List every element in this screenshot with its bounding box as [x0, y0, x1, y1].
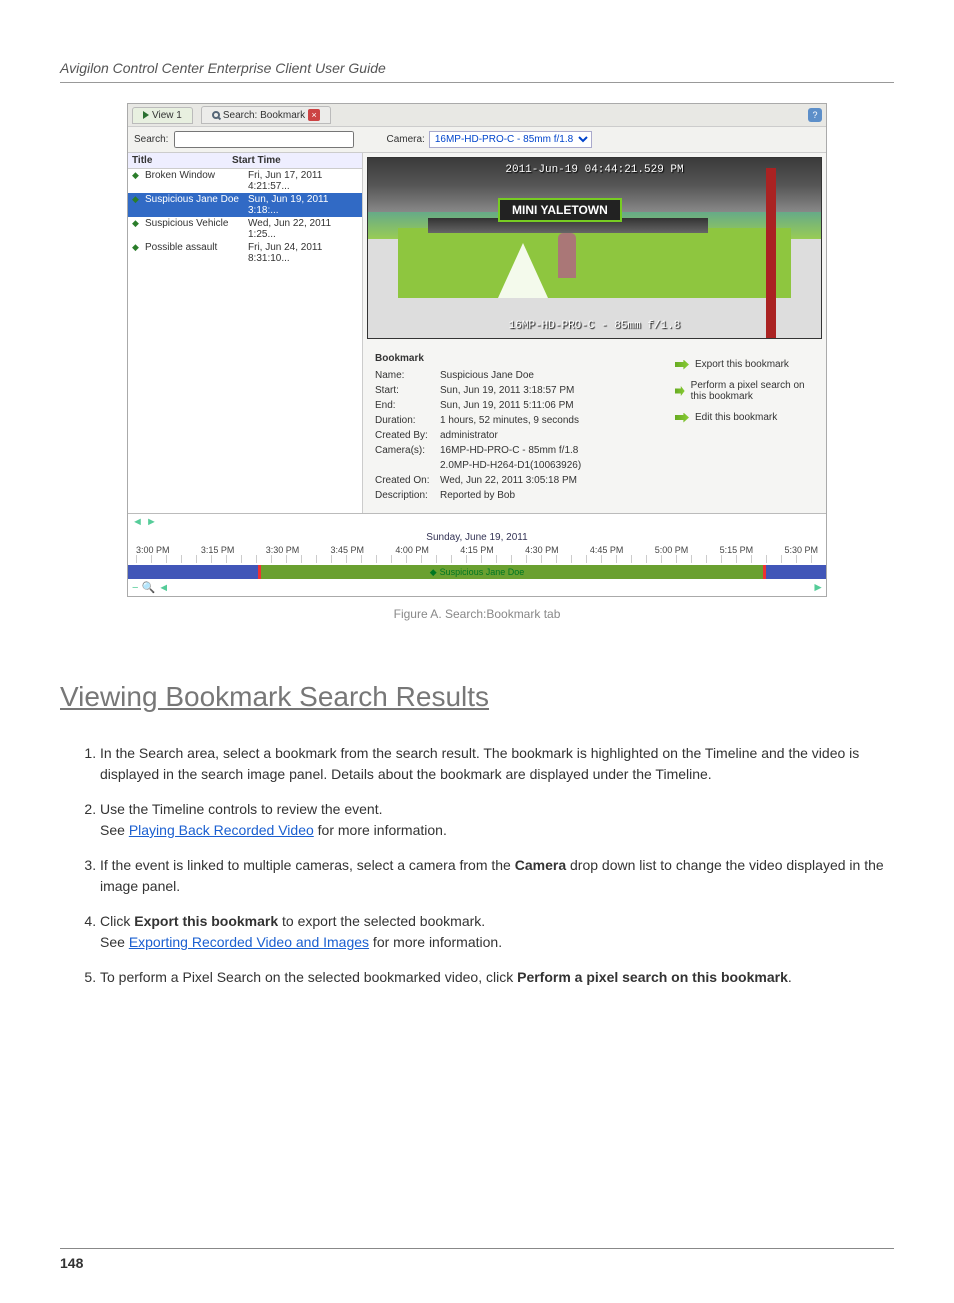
tab-view1[interactable]: View 1: [132, 107, 193, 124]
body-text: In the Search area, select a bookmark fr…: [60, 743, 894, 988]
screenshot-figure: View 1 Search: Bookmark × ? Search: Came…: [127, 103, 827, 597]
video-camera-overlay: 16MP-HD-PRO-C - 85mm f/1.8: [378, 320, 811, 332]
close-icon[interactable]: ×: [308, 109, 320, 121]
col-time-header[interactable]: Start Time: [232, 155, 358, 166]
list-item[interactable]: ◆ Possible assault Fri, Jun 24, 2011 8:3…: [128, 241, 362, 265]
search-icon: [212, 111, 220, 119]
section-heading: Viewing Bookmark Search Results: [60, 681, 894, 713]
bookmark-details: Bookmark Name:Suspicious Jane Doe Start:…: [375, 353, 635, 503]
timeline-nav-controls[interactable]: ◄ ►: [128, 514, 826, 530]
timeline-times: 3:00 PM 3:15 PM 3:30 PM 3:45 PM 4:00 PM …: [128, 545, 826, 555]
step-2: Use the Timeline controls to review the …: [100, 799, 894, 841]
step-3: If the event is linked to multiple camer…: [100, 855, 894, 897]
tab-bar: View 1 Search: Bookmark × ?: [128, 104, 826, 127]
page-footer: 148: [60, 1248, 894, 1273]
search-label: Search:: [134, 134, 168, 145]
pixel-search-link[interactable]: Perform a pixel search on this bookmark: [675, 380, 814, 402]
page-number: 148: [60, 1255, 83, 1271]
edit-bookmark-link[interactable]: Edit this bookmark: [675, 412, 814, 423]
list-item[interactable]: ◆ Broken Window Fri, Jun 17, 2011 4:21:5…: [128, 169, 362, 193]
camera-label: Camera:: [386, 134, 424, 145]
arrow-icon: [675, 413, 689, 423]
bookmark-icon: ◆: [132, 170, 142, 192]
bookmark-icon: ◆: [132, 218, 142, 240]
play-icon: [143, 111, 149, 119]
step-4: Click Export this bookmark to export the…: [100, 911, 894, 953]
timeline-zoom-controls[interactable]: − 🔍 ◄►: [128, 579, 826, 596]
store-sign: MINI YALETOWN: [498, 198, 622, 222]
export-link[interactable]: Exporting Recorded Video and Images: [129, 934, 369, 950]
timeline-date: Sunday, June 19, 2011: [128, 530, 826, 545]
arrow-icon: [675, 386, 685, 396]
details-heading: Bookmark: [375, 353, 635, 364]
video-timestamp: 2011-Jun-19 04:44:21.529 PM: [378, 164, 811, 176]
export-bookmark-link[interactable]: Export this bookmark: [675, 359, 814, 370]
arrow-icon: [675, 360, 689, 370]
guide-title: Avigilon Control Center Enterprise Clien…: [60, 60, 386, 76]
bookmark-icon: ◆: [132, 242, 142, 264]
bookmark-list: Title Start Time ◆ Broken Window Fri, Ju…: [128, 153, 363, 513]
tab-search-bookmark[interactable]: Search: Bookmark ×: [201, 106, 331, 124]
scroll-right-icon[interactable]: ►: [812, 580, 824, 594]
timeline[interactable]: ◄ ► Sunday, June 19, 2011 3:00 PM 3:15 P…: [128, 513, 826, 596]
col-title-header[interactable]: Title: [132, 155, 232, 166]
video-panel[interactable]: 2011-Jun-19 04:44:21.529 PM MINI YALETOW…: [367, 157, 822, 339]
search-input[interactable]: [174, 131, 354, 148]
list-item[interactable]: ◆ Suspicious Jane Doe Sun, Jun 19, 2011 …: [128, 193, 362, 217]
camera-select[interactable]: 16MP-HD-PRO-C - 85mm f/1.8: [429, 131, 592, 148]
help-icon[interactable]: ?: [808, 108, 822, 122]
step-5: To perform a Pixel Search on the selecte…: [100, 967, 894, 988]
timeline-bar[interactable]: ◆Suspicious Jane Doe: [128, 565, 826, 579]
figure-caption: Figure A. Search:Bookmark tab: [127, 607, 827, 621]
step-1: In the Search area, select a bookmark fr…: [100, 743, 894, 785]
bookmark-icon: ◆: [132, 194, 142, 216]
bookmark-icon: ◆: [430, 567, 437, 578]
list-item[interactable]: ◆ Suspicious Vehicle Wed, Jun 22, 2011 1…: [128, 217, 362, 241]
playback-link[interactable]: Playing Back Recorded Video: [129, 822, 314, 838]
